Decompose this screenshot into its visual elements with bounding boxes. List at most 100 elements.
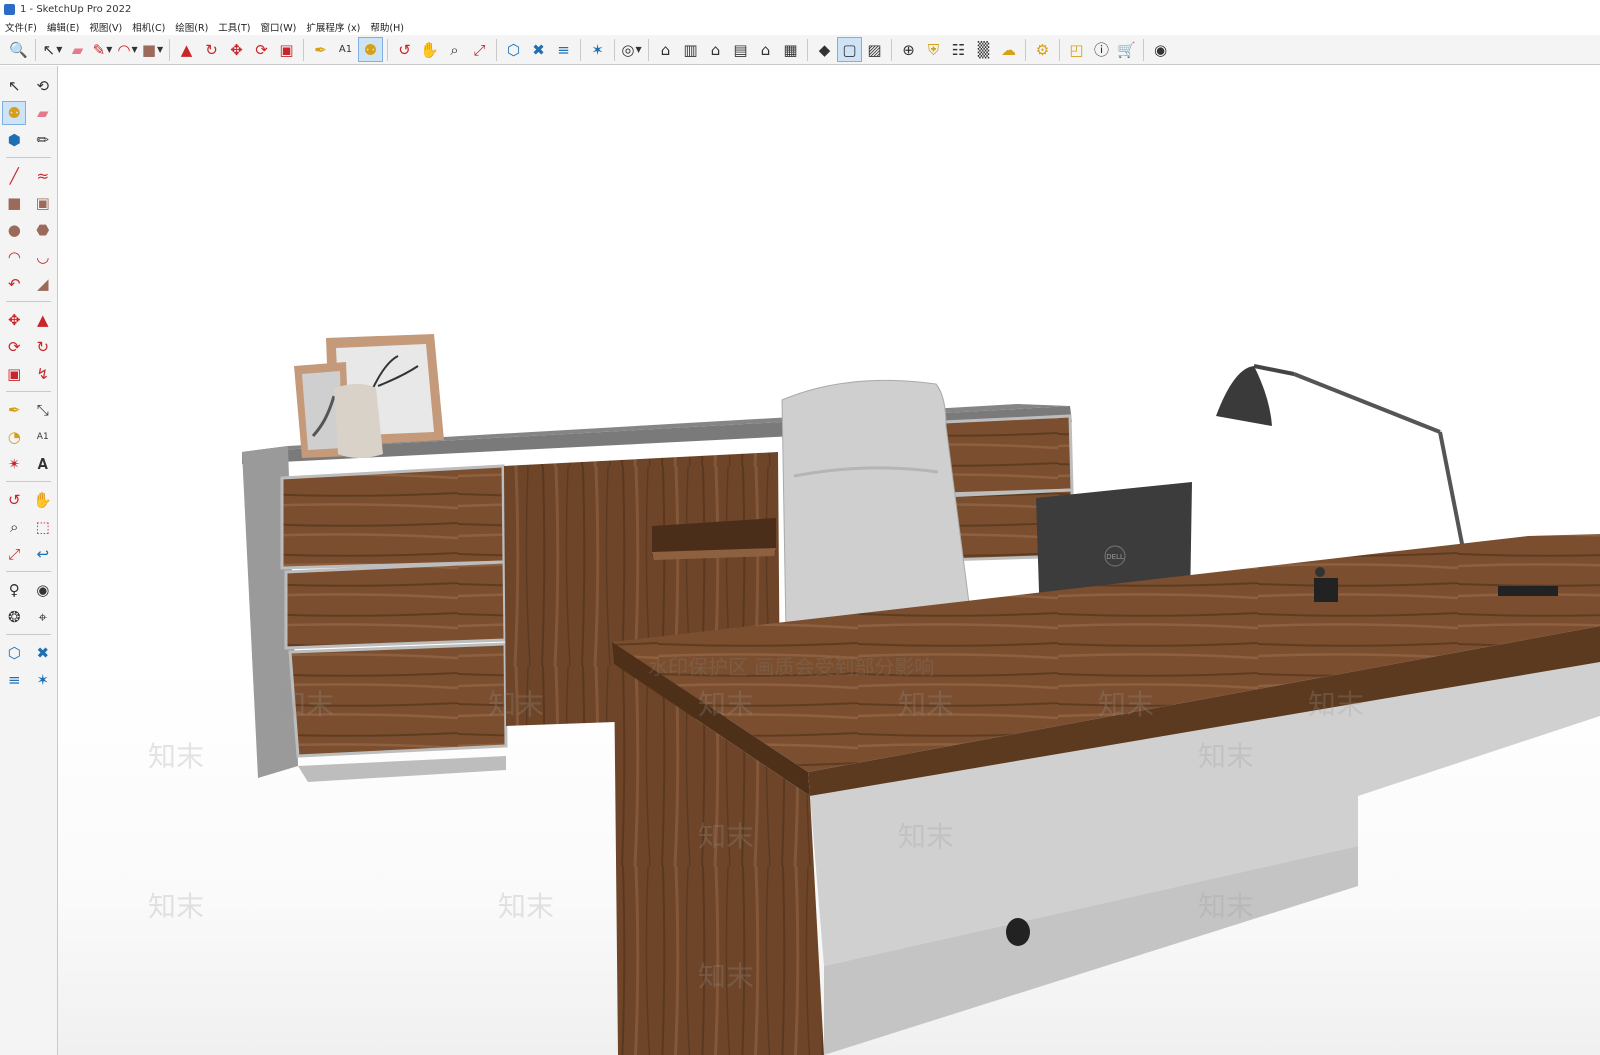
layout-icon[interactable]: ≡ [2,668,26,692]
zoom-icon[interactable]: ⌕ [2,515,26,539]
scale-icon[interactable]: ▣ [2,362,26,386]
cart-icon[interactable]: 🛒 [1114,37,1139,62]
menu-item-7[interactable]: 扩展程序 (x) [301,20,365,34]
lasso-icon[interactable]: ⟲ [31,74,55,98]
scale-icon[interactable]: ▣ [274,37,299,62]
move-icon[interactable]: ✥ [224,37,249,62]
section-plane-icon[interactable]: ⌖ [31,605,55,629]
iso-view-icon[interactable]: ⌂ [653,37,678,62]
rectangle-icon[interactable]: ■ [2,191,26,215]
protractor-icon[interactable]: ◔ [2,425,26,449]
menu-item-6[interactable]: 窗口(W) [256,20,302,34]
dimension-icon[interactable]: ⤡ [31,398,55,422]
front-view-icon[interactable]: ▥ [678,37,703,62]
followme-icon[interactable]: ↻ [31,335,55,359]
eraser-icon[interactable]: ▰ [65,37,90,62]
orbit-icon[interactable]: ↺ [2,488,26,512]
tag-icon[interactable]: ✏ [31,128,55,152]
rotate-icon[interactable]: ⟳ [2,335,26,359]
zoom-extents-icon[interactable]: ⤢ [467,37,492,62]
style-builder-icon[interactable]: ✶ [31,668,55,692]
text-icon[interactable]: A1 [333,37,358,62]
eraser-icon[interactable]: ▰ [31,101,55,125]
3d-text-icon[interactable]: 𝐀 [31,452,55,476]
followme-icon[interactable]: ↻ [199,37,224,62]
paint-bucket-icon[interactable]: ⚉ [2,100,27,125]
axes-icon[interactable]: ✴ [2,452,26,476]
tape-measure-icon[interactable]: ✒ [2,398,26,422]
watermark-logo-5: 知末 [1098,688,1154,721]
rotated-rectangle-icon[interactable]: ▣ [31,191,55,215]
paint-bucket-icon[interactable]: ⚉ [358,37,383,62]
freehand-icon[interactable]: ≈ [31,164,55,188]
menu-item-3[interactable]: 相机(C) [127,20,170,34]
component-icon[interactable]: ⬢ [2,128,26,152]
extension-warehouse-icon[interactable]: ✖ [526,37,551,62]
warehouse-icon[interactable]: ⬡ [501,37,526,62]
offset-icon[interactable]: ↯ [31,362,55,386]
menu-item-2[interactable]: 视图(V) [84,20,127,34]
look-around-icon[interactable]: ◉ [31,578,55,602]
zoom-extents-icon[interactable]: ⤢ [2,542,26,566]
scene-canvas[interactable]: DELL 水印保护区 画质会受到部分影响 知末 知末 知末 知末 知末 知末 知… [58,66,1600,1055]
position-camera-icon[interactable]: ♀ [2,578,26,602]
rotate-icon[interactable]: ⟳ [249,37,274,62]
extension-warehouse-icon[interactable]: ✖ [31,641,55,665]
warehouse-icon[interactable]: ⬡ [2,641,26,665]
line-icon[interactable]: ╱ [2,164,26,188]
left-view-icon[interactable]: ▦ [778,37,803,62]
previous-view-icon[interactable]: ↩ [31,542,55,566]
section-plane-icon[interactable]: ◆ [812,37,837,62]
user-icon[interactable]: ◉ [1148,37,1173,62]
layout-icon[interactable]: ≡ [551,37,576,62]
pie-icon[interactable]: ◢ [31,272,55,296]
menu-item-5[interactable]: 工具(T) [213,20,255,34]
circle-icon[interactable]: ● [2,218,26,242]
shadow-icon[interactable]: ⛨ [921,37,946,62]
arc-icon[interactable]: ◠ ▼ [115,37,140,62]
menu-item-0[interactable]: 文件(F) [0,20,42,34]
walk-icon[interactable]: ❂ [2,605,26,629]
menu-item-8[interactable]: 帮助(H) [365,20,409,34]
orbit-icon[interactable]: ↺ [392,37,417,62]
account-icon[interactable]: ◎ ▼ [619,37,644,62]
three-point-arc-icon[interactable]: ↶ [2,272,26,296]
search-icon[interactable]: 🔍 [6,37,31,62]
text-icon[interactable]: A1 [31,425,55,449]
pencil-icon[interactable]: ✎ ▼ [90,37,115,62]
section-display-icon[interactable]: ▢ [837,37,862,62]
components-icon[interactable]: ◰ [1064,37,1089,62]
menu-item-1[interactable]: 编辑(E) [42,20,84,34]
top-view-icon[interactable]: ⌂ [703,37,728,62]
checker-icon[interactable]: ▒ [971,37,996,62]
polygon-icon[interactable]: ⬣ [31,218,55,242]
select-tool-button[interactable]: ↖ ▼ [40,37,65,62]
right-view-icon[interactable]: ▤ [728,37,753,62]
back-view-icon[interactable]: ⌂ [753,37,778,62]
title-bar: 1 - SketchUp Pro 2022 [0,0,1600,18]
info-icon[interactable]: ⓘ [1089,37,1114,62]
zoom-icon[interactable]: ⌕ [442,37,467,62]
office-chair[interactable] [781,379,973,633]
add-location-icon[interactable]: ⊕ [896,37,921,62]
watermark-logo-4: 知末 [898,688,954,721]
tape-measure-icon[interactable]: ✒ [308,37,333,62]
pushpull-icon[interactable]: ▲ [31,308,55,332]
3d-viewport[interactable]: DELL 水印保护区 画质会受到部分影响 知末 知末 知末 知末 知末 知末 知… [58,66,1600,1055]
pan-icon[interactable]: ✋ [417,37,442,62]
scenes-icon[interactable]: ▨ [862,37,887,62]
two-point-arc-icon[interactable]: ◡ [31,245,55,269]
upload-icon[interactable]: ☁ [996,37,1021,62]
arc-icon[interactable]: ◠ [2,245,26,269]
report-icon[interactable]: ☷ [946,37,971,62]
move-icon[interactable]: ✥ [2,308,26,332]
select-icon[interactable]: ↖ [2,74,26,98]
zoom-window-icon[interactable]: ⬚ [31,515,55,539]
style-builder-icon[interactable]: ✶ [585,37,610,62]
pan-icon[interactable]: ✋ [31,488,55,512]
rectangle-icon[interactable]: ■ ▼ [140,37,165,62]
window-title: 1 - SketchUp Pro 2022 [20,3,132,15]
menu-item-4[interactable]: 绘图(R) [170,20,213,34]
settings-icon[interactable]: ⚙ [1030,37,1055,62]
pushpull-icon[interactable]: ▲ [174,37,199,62]
